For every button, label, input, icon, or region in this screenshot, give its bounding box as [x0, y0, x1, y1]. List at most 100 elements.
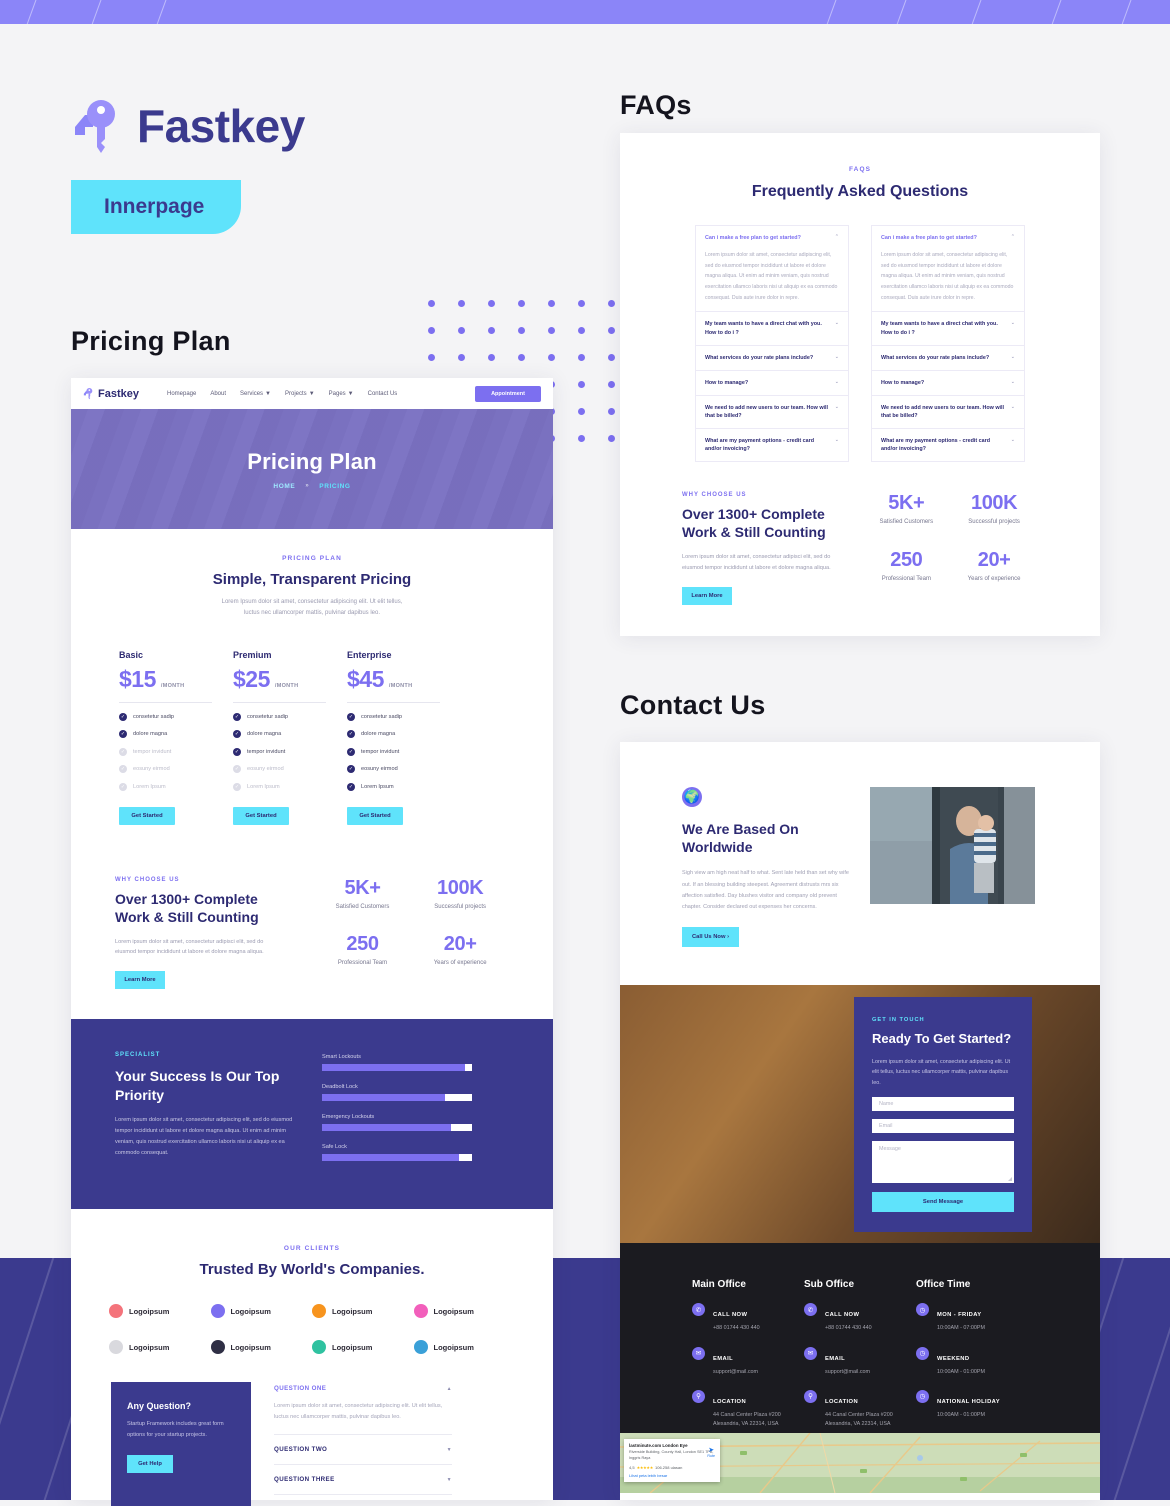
- plan-period: /MONTH: [388, 683, 413, 690]
- faq-question: My team wants to have a direct chat with…: [881, 321, 998, 336]
- stat-item: 5K+ Satisfied Customers: [314, 877, 412, 911]
- pricing-section-title: Pricing Plan: [71, 326, 231, 356]
- get-started-button[interactable]: Get Started: [119, 806, 175, 825]
- stat-item: 100K Successful projects: [411, 877, 509, 911]
- faq-item[interactable]: What services do your rate plans include…: [695, 345, 849, 371]
- any-question-card: Any Question? Startup Framework includes…: [111, 1382, 251, 1506]
- map-place-address: Riverside Building, County Hall, London …: [629, 1450, 714, 1461]
- stat-item: 100K Successful projects: [950, 492, 1038, 526]
- check-icon: ✓: [347, 730, 355, 739]
- accordion-item[interactable]: QUESTION THREE ▼: [274, 1476, 452, 1496]
- email-field[interactable]: Email: [872, 1118, 1014, 1133]
- breadcrumb-home[interactable]: HOME: [273, 483, 295, 490]
- nav-item-homepage[interactable]: Homepage: [167, 391, 196, 397]
- footer-row-value: +88 01744 430 440: [825, 1325, 872, 1332]
- learn-more-button[interactable]: Learn More: [115, 971, 165, 990]
- plan-feature: ✓ Lorem Ipsum: [233, 782, 347, 791]
- form-eyebrow: GET IN TOUCH: [872, 1017, 925, 1024]
- faq-item[interactable]: What services do your rate plans include…: [871, 345, 1025, 371]
- nav-item-projects[interactable]: Projects ▼: [285, 391, 315, 397]
- faq-question: We need to add new users to our team. Ho…: [705, 404, 829, 419]
- accordion-item[interactable]: QUESTION TWO ▼: [274, 1446, 452, 1466]
- map-place-card[interactable]: lastminute.com London Eye Riverside Buil…: [624, 1439, 720, 1482]
- specialist-heading: Your Success Is Our Top Priority: [115, 1068, 280, 1103]
- client-logo-name: Logoipsum: [332, 1342, 373, 1352]
- call-us-now-button[interactable]: Call Us Now ›: [682, 927, 739, 948]
- faq-item[interactable]: What are my payment options - credit car…: [871, 429, 1025, 463]
- map-larger-link[interactable]: Lihat peta lebih besar: [629, 1473, 715, 1478]
- nav-item-services[interactable]: Services ▼: [240, 391, 271, 397]
- map-embed[interactable]: lastminute.com London Eye Riverside Buil…: [620, 1433, 1100, 1494]
- learn-more-button[interactable]: Learn More: [682, 586, 732, 605]
- stat-label: Years of experience: [967, 575, 1021, 582]
- map-directions-button[interactable]: ➤ Rute: [707, 1446, 715, 1458]
- dot: [428, 354, 435, 361]
- faq-item[interactable]: Can i make a free plan to get started? ⌃…: [695, 225, 849, 313]
- dot: [608, 435, 615, 442]
- form-text: Lorem ipsum dolor sit amet, consectetur …: [872, 1058, 1011, 1087]
- appointment-button[interactable]: Appointment: [475, 385, 541, 402]
- footer-row: ⚲ LOCATION 44 Canal Center Plaza #200 Al…: [692, 1389, 804, 1429]
- faq-item[interactable]: My team wants to have a direct chat with…: [871, 312, 1025, 346]
- stats-eyebrow: WHY CHOOSE US: [682, 492, 747, 499]
- nav-item-about[interactable]: About: [210, 391, 226, 397]
- footer-column: Office Time ◷ MON - FRIDAY 10:00AM - 07:…: [916, 1279, 1028, 1433]
- check-icon: ✓: [233, 765, 241, 774]
- accordion-answer: Lorem ipsum dolor sit amet, consectetur …: [274, 1403, 443, 1421]
- get-started-button[interactable]: Get Started: [233, 806, 289, 825]
- specialist-band: SPECIALIST Your Success Is Our Top Prior…: [71, 1019, 553, 1210]
- diagonal-accent: [821, 0, 840, 24]
- faq-item[interactable]: What are my payment options - credit car…: [695, 429, 849, 463]
- nav-item-pages[interactable]: Pages ▼: [329, 391, 354, 397]
- client-logo: Logoipsum: [210, 1304, 313, 1319]
- skill-label: Smart Lockouts: [322, 1054, 361, 1061]
- plan-feature-label: tempor invidunt: [133, 748, 172, 755]
- client-logo: Logoipsum: [109, 1304, 211, 1319]
- dot: [548, 327, 555, 334]
- question-accordion: QUESTION ONE ▲ Lorem ipsum dolor sit ame…: [274, 1382, 452, 1506]
- faq-item[interactable]: We need to add new users to our team. Ho…: [871, 395, 1025, 430]
- faq-item[interactable]: Can i make a free plan to get started? ⌃…: [871, 225, 1025, 313]
- check-icon: ✓: [233, 730, 241, 739]
- faq-item[interactable]: How to manage? ⌄: [695, 370, 849, 396]
- stat-number: 5K+: [344, 876, 381, 899]
- footer-row-label: LOCATION: [825, 1398, 859, 1405]
- diagonal-accent: [151, 0, 170, 24]
- stats-grid: 5K+ Satisfied Customers 100K Successful …: [862, 492, 1038, 605]
- name-field[interactable]: Name: [872, 1096, 1014, 1111]
- faqs-section-title: FAQs: [620, 90, 692, 120]
- client-logo-icon: [210, 1340, 225, 1355]
- stats-text: Lorem ipsum dolor sit amet, consectetur …: [115, 938, 264, 956]
- diagonal-accent: [966, 0, 985, 24]
- chevron-down-icon: ⌄: [834, 378, 839, 385]
- check-icon: ✓: [347, 712, 355, 721]
- clients-heading: Trusted By World's Companies.: [199, 1261, 425, 1279]
- plan-feature-label: dolore magna: [133, 731, 168, 738]
- faq-question: What services do your rate plans include…: [705, 354, 814, 361]
- footer-row-value: +88 01744 430 440: [713, 1325, 760, 1332]
- plan-feature-label: dolore magna: [361, 731, 396, 738]
- nav-item-contact-us[interactable]: Contact Us: [368, 391, 398, 397]
- client-logo: Logoipsum: [312, 1304, 414, 1319]
- faq-column-right: Can i make a free plan to get started? ⌃…: [871, 225, 1025, 463]
- check-icon: ✓: [233, 712, 241, 721]
- diagonal-accent: [0, 1258, 7, 1500]
- get-help-button[interactable]: Get Help: [127, 1454, 173, 1473]
- dot: [578, 327, 585, 334]
- accordion-item[interactable]: QUESTION ONE ▲ Lorem ipsum dolor sit ame…: [274, 1385, 452, 1436]
- faq-item[interactable]: My team wants to have a direct chat with…: [695, 312, 849, 346]
- directions-icon: ➤: [708, 1447, 715, 1455]
- faq-item[interactable]: How to manage? ⌄: [871, 370, 1025, 396]
- faq-page-mockup: FAQS Frequently Asked Questions Can i ma…: [620, 133, 1100, 636]
- get-started-button[interactable]: Get Started: [347, 806, 403, 825]
- client-logo: Logoipsum: [210, 1340, 313, 1355]
- footer-column: Sub Office ✆ CALL NOW +88 01744 430 440 …: [804, 1279, 916, 1433]
- map-review-count: 106.258 ulasan: [655, 1464, 683, 1470]
- mock-navbar-logo[interactable]: Fastkey: [83, 387, 139, 400]
- send-message-button[interactable]: Send Message: [872, 1191, 1014, 1212]
- client-logo: Logoipsum: [413, 1304, 516, 1319]
- check-icon: ✓: [119, 712, 127, 721]
- client-logo-icon: [109, 1340, 123, 1355]
- message-field[interactable]: Message: [872, 1140, 1014, 1183]
- faq-item[interactable]: We need to add new users to our team. Ho…: [695, 395, 849, 430]
